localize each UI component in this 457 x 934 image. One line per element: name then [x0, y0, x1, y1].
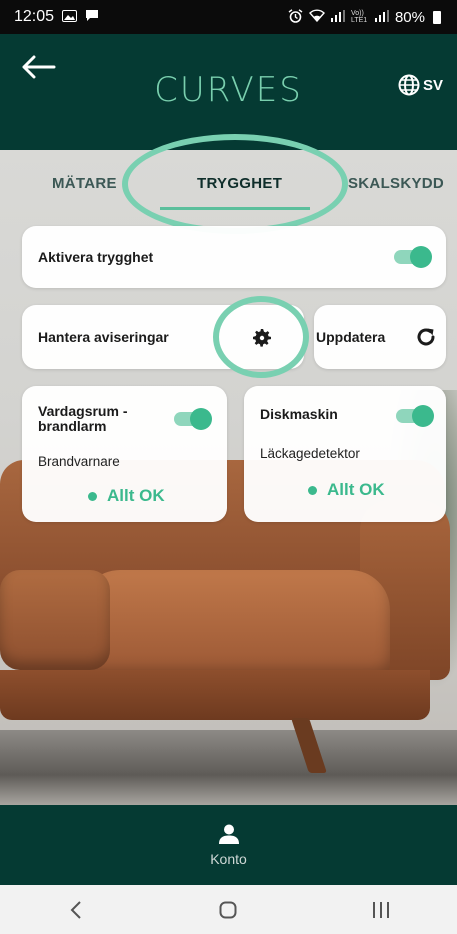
- system-nav-bar: [0, 885, 457, 934]
- toggle-knob: [410, 246, 432, 268]
- activate-toggle[interactable]: [394, 246, 432, 268]
- recents-icon: [372, 901, 389, 918]
- app-header: CURVES SV: [0, 34, 457, 150]
- device-status: Allt OK: [308, 480, 385, 500]
- toggle-knob: [190, 408, 212, 430]
- activate-card: Aktivera trygghet: [22, 226, 446, 288]
- device-status-label: Allt OK: [327, 480, 385, 499]
- bottom-nav: Konto: [0, 805, 457, 885]
- gallery-notification-icon: [62, 9, 78, 25]
- wifi-icon: [309, 9, 325, 25]
- gear-icon[interactable]: [250, 326, 274, 350]
- device-name: Diskmaskin: [260, 406, 338, 422]
- globe-icon: [398, 74, 420, 96]
- tab-active-indicator: [160, 207, 310, 210]
- device-status-label: Allt OK: [107, 486, 165, 505]
- home-icon: [219, 901, 237, 918]
- alarm-icon: [288, 8, 303, 26]
- battery-icon: [433, 10, 441, 24]
- tab-skalskydd[interactable]: SKALSKYDD: [348, 175, 444, 192]
- language-label: SV: [422, 76, 443, 94]
- app-title: CURVES: [154, 70, 303, 110]
- toggle-knob: [412, 405, 434, 427]
- chevron-left-icon: [70, 900, 81, 919]
- device-toggle[interactable]: [174, 408, 212, 430]
- device-type: Brandvarnare: [38, 454, 120, 469]
- sofa-seat: [80, 570, 390, 680]
- device-name: Vardagsrum - brandlarm: [38, 403, 128, 434]
- device-toggle[interactable]: [396, 405, 434, 427]
- system-home-button[interactable]: [198, 890, 258, 930]
- signal-icon: [330, 9, 345, 25]
- refresh-icon: [414, 325, 438, 349]
- battery-percent: 80%: [394, 8, 425, 26]
- signal-icon-2: [374, 9, 389, 25]
- device-status: Allt OK: [88, 486, 165, 506]
- status-dot-icon: [308, 485, 317, 495]
- message-notification-icon: [85, 9, 99, 25]
- activate-label: Aktivera trygghet: [38, 249, 154, 265]
- account-label: Konto: [210, 851, 247, 867]
- system-back-button[interactable]: [46, 890, 106, 930]
- device-type: Läckagedetektor: [260, 446, 360, 461]
- status-dot-icon: [88, 491, 97, 501]
- status-time: 12:05: [14, 8, 55, 25]
- person-icon: [218, 824, 239, 844]
- update-label: Uppdatera: [316, 329, 386, 345]
- system-recents-button[interactable]: [351, 890, 411, 930]
- notifications-card[interactable]: Hantera aviseringar: [22, 305, 304, 369]
- device-card[interactable]: Diskmaskin Läckagedetektor Allt OK: [244, 386, 446, 522]
- lte-indicator: Vo)) LTE1: [350, 10, 368, 24]
- update-card[interactable]: Uppdatera: [314, 305, 446, 369]
- device-card[interactable]: Vardagsrum - brandlarm Brandvarnare Allt…: [22, 386, 227, 522]
- tab-matare[interactable]: MÄTARE: [52, 175, 117, 192]
- status-bar: 12:05 Vo)) LTE1 80%: [0, 0, 457, 34]
- tab-trygghet[interactable]: TRYGGHET: [197, 175, 282, 192]
- sofa-base: [0, 670, 430, 720]
- floor: [0, 730, 457, 805]
- sofa-cushion: [0, 570, 110, 670]
- language-button[interactable]: SV: [398, 74, 443, 96]
- tab-bar: MÄTARE TRYGGHET SKALSKYDD: [0, 150, 457, 216]
- notifications-label: Hantera aviseringar: [38, 329, 169, 345]
- account-button[interactable]: Konto: [210, 823, 247, 867]
